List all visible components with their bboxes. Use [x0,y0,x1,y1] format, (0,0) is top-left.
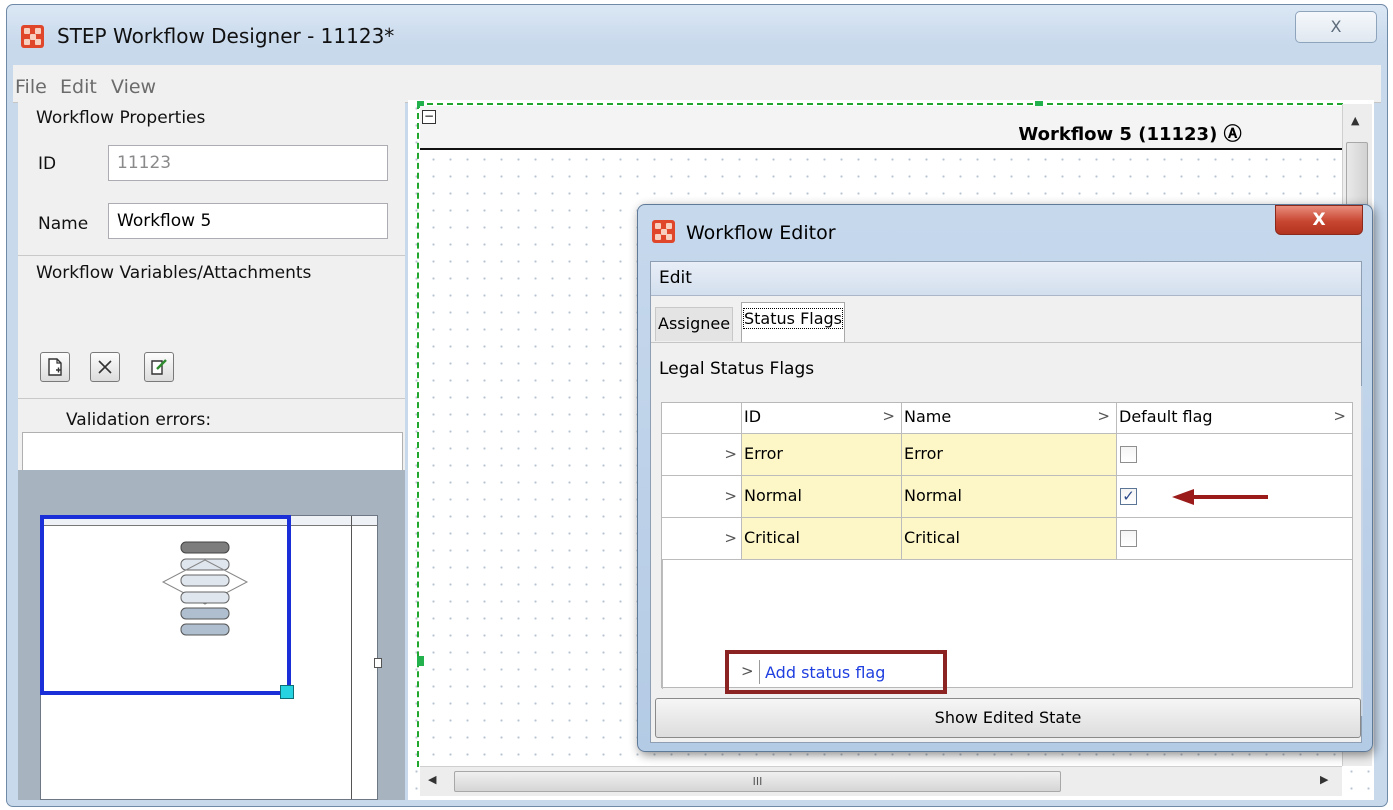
scroll-up-icon[interactable]: ▲ [1351,114,1359,127]
name-field[interactable]: Workflow 5 [108,203,388,239]
validation-errors-label: Validation errors: [66,410,212,430]
cell-name[interactable]: Critical [902,518,1117,560]
grid-edge [662,560,663,689]
dialog-menu-edit[interactable]: Edit [659,268,692,288]
column-header-name[interactable]: Name > [902,403,1117,434]
cell-id[interactable]: Error [742,434,902,476]
add-status-flag-link[interactable]: Add status flag [765,663,885,682]
window-title: STEP Workflow Designer - 11123* [57,24,395,48]
workflow-editor-dialog: Workflow Editor X Edit Assignee Status F… [637,204,1373,752]
horizontal-scroll-thumb[interactable]: III [454,771,1061,792]
default-flag-checkbox[interactable] [1120,446,1137,463]
name-label: Name [38,214,89,234]
cell-name[interactable]: Normal [902,476,1117,518]
edit-attachment-button[interactable] [144,352,174,382]
selection-handle[interactable] [417,656,424,666]
column-header-default-flag-label: Default flag [1119,407,1213,426]
divider [18,255,405,256]
collapse-icon[interactable]: − [422,110,436,124]
tab-divider [651,342,1361,343]
vertical-scroll-thumb[interactable] [1346,142,1368,212]
menu-edit[interactable]: Edit [60,76,97,98]
chevron-right-icon: > [1333,407,1346,425]
default-flag-checkbox[interactable] [1120,530,1137,547]
divider [759,660,760,684]
id-field[interactable]: 11123 [108,145,388,181]
menu-bar: File Edit View [13,65,1381,103]
workflow-properties-panel: Workflow Properties ID 11123 Name Workfl… [18,100,405,800]
dialog-app-icon [652,220,675,243]
chevron-right-icon: > [1097,407,1110,425]
app-logo-icon [21,25,44,48]
id-label: ID [38,154,57,174]
cell-name[interactable]: Error [902,434,1117,476]
cell-default-flag: ✓ [1117,476,1352,518]
navigator-lane-line [351,516,352,799]
dialog-title: Workflow Editor [686,222,836,244]
default-flag-checkbox[interactable]: ✓ [1120,488,1137,505]
tab-status-flags[interactable]: Status Flags [741,302,846,342]
column-header-name-label: Name [904,407,952,426]
chevron-right-icon: > [882,407,895,425]
dialog-body: Edit Assignee Status Flags Legal Status … [650,261,1363,743]
row-header-corner [662,403,742,434]
menu-file[interactable]: File [15,76,47,98]
delete-attachment-button[interactable] [90,352,120,382]
horizontal-scrollbar[interactable]: ◀ III ▶ [420,766,1342,796]
chevron-right-icon: > [741,662,754,680]
workflow-header: − Workflow 5 (11123) Ⓐ [420,106,1342,150]
tab-assignee[interactable]: Assignee [655,307,734,341]
column-header-id-label: ID [744,407,762,426]
scroll-right-icon[interactable]: ▶ [1320,773,1328,786]
chevron-right-icon: > [724,529,737,547]
chevron-right-icon: > [724,445,737,463]
validation-errors-field[interactable] [22,432,403,472]
menu-view[interactable]: View [111,76,156,98]
cell-default-flag [1117,518,1352,560]
tab-status-flags-label: Status Flags [742,308,844,329]
close-window-button[interactable]: X [1295,11,1377,43]
title-bar[interactable]: STEP Workflow Designer - 11123* X [7,5,1387,65]
cell-id[interactable]: Normal [742,476,902,518]
add-status-flag-highlight: > Add status flag [725,650,947,694]
chevron-right-icon: > [724,487,737,505]
new-icon [48,358,62,376]
legal-status-flags-label: Legal Status Flags [659,359,815,379]
scroll-left-icon[interactable]: ◀ [428,773,436,786]
navigator-viewport-frame[interactable] [40,515,291,695]
divider [18,398,405,399]
workflow-title: Workflow 5 (11123) Ⓐ [1018,124,1242,145]
navigator-marker [374,658,382,668]
row-header[interactable]: > [662,476,742,518]
column-header-id[interactable]: ID > [742,403,902,434]
show-edited-state-button[interactable]: Show Edited State [655,698,1361,738]
row-header[interactable]: > [662,518,742,560]
column-header-default-flag[interactable]: Default flag > [1117,403,1352,434]
properties-heading: Workflow Properties [36,108,206,128]
cell-default-flag [1117,434,1352,476]
annotation-arrow-icon [1172,489,1268,505]
delete-icon [98,360,112,374]
dialog-menu-bar: Edit [651,262,1361,296]
dialog-close-button[interactable]: X [1275,205,1363,235]
new-attachment-button[interactable] [40,352,70,382]
checkmark-icon: ✓ [1122,487,1135,505]
cell-id[interactable]: Critical [742,518,902,560]
edit-icon [151,359,167,375]
variables-heading: Workflow Variables/Attachments [36,263,312,283]
row-header[interactable]: > [662,434,742,476]
viewport-resize-handle[interactable] [280,685,294,699]
panel-edge [1361,386,1363,716]
status-flags-table: ID > Name > Default flag > > Error Error… [661,402,1353,689]
